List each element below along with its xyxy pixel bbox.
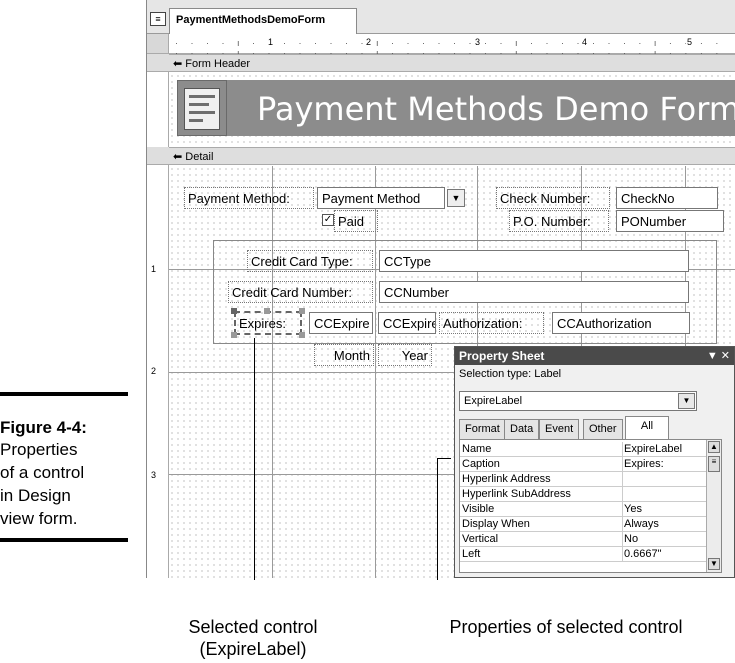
property-row[interactable]: Name ExpireLabel <box>460 442 708 457</box>
authorization-box[interactable]: CCAuthorization <box>552 312 690 334</box>
figure-caption: Figure 4-4: Properties of a control in D… <box>0 392 128 542</box>
property-row[interactable]: Visible Yes <box>460 502 708 517</box>
tab-format[interactable]: Format <box>459 419 506 439</box>
chevron-down-icon[interactable]: ▼ <box>447 189 465 207</box>
resize-handle[interactable] <box>231 332 237 338</box>
property-row[interactable]: Caption Expires: <box>460 457 708 472</box>
property-row[interactable]: Hyperlink SubAddress <box>460 487 708 502</box>
cc-expire-month-box[interactable]: CCExpire <box>309 312 373 334</box>
property-grid: Name ExpireLabel Caption Expires: Hyperlin… <box>459 439 722 573</box>
vruler-number-1: 1 <box>151 264 157 274</box>
property-row[interactable]: Display When Always <box>460 517 708 532</box>
check-number-box[interactable]: CheckNo <box>616 187 718 209</box>
scroll-thumb[interactable]: ≡ <box>708 456 720 472</box>
callout-selected-control-name: (ExpireLabel) <box>199 639 307 659</box>
po-number-box[interactable]: PONumber <box>616 210 724 232</box>
form-selector[interactable] <box>147 34 169 54</box>
tab-data[interactable]: Data <box>504 419 540 439</box>
vertical-ruler[interactable]: 1 2 3 <box>147 54 169 578</box>
selection-type: Selection type: Label <box>459 368 562 380</box>
move-handle[interactable] <box>231 308 237 314</box>
ruler-number-3: 3 <box>474 37 482 47</box>
ruler-number-5: 5 <box>686 37 694 47</box>
ruler-number-2: 2 <box>365 37 373 47</box>
caption-rule-top <box>0 392 128 396</box>
form-header-label: Form Header <box>185 58 251 70</box>
scroll-down-icon[interactable]: ▼ <box>708 558 720 570</box>
paid-label[interactable]: Paid <box>334 210 378 232</box>
form-icon[interactable]: ≡ <box>150 12 166 26</box>
header-section-selector[interactable] <box>147 54 169 72</box>
payment-method-label[interactable]: Payment Method: <box>184 187 314 209</box>
property-scrollbar[interactable]: ▲ ≡ ▼ <box>706 440 721 572</box>
expire-label-selected[interactable]: Expires: <box>234 311 302 335</box>
property-sheet-title: Property Sheet <box>459 349 545 363</box>
cc-number-label[interactable]: Credit Card Number: <box>228 281 373 303</box>
year-label[interactable]: Year <box>378 344 432 366</box>
month-label[interactable]: Month <box>314 344 374 366</box>
scroll-up-icon[interactable]: ▲ <box>708 441 720 453</box>
property-sheet-titlebar[interactable]: Property Sheet ▼ ✕ <box>455 347 734 365</box>
property-sheet: Property Sheet ▼ ✕ Selection type: Label… <box>454 346 735 578</box>
paid-checkbox[interactable]: ✓ <box>322 214 334 226</box>
cc-expire-year-box[interactable]: CCExpire <box>378 312 436 334</box>
section-arrow-icon: ⬅ <box>173 58 186 70</box>
document-tab[interactable]: PaymentMethodsDemoForm <box>169 8 357 34</box>
ruler-number-4: 4 <box>581 37 589 47</box>
figure-number: Figure 4-4: <box>0 418 87 437</box>
form-header-bar[interactable]: ⬅ Form Header <box>169 54 735 72</box>
callout-line-selected <box>254 338 255 580</box>
caption-line-4: view form. <box>0 509 78 528</box>
close-icon[interactable]: ▼ ✕ <box>707 349 730 362</box>
vruler-number-3: 3 <box>151 470 157 480</box>
object-selector-value: ExpireLabel <box>464 395 523 407</box>
caption-line-1: Properties <box>0 440 78 459</box>
resize-handle[interactable] <box>264 308 270 314</box>
check-number-label[interactable]: Check Number: <box>496 187 610 209</box>
document-tab-bar: ≡ PaymentMethodsDemoForm <box>147 0 735 34</box>
form-logo[interactable] <box>177 80 227 136</box>
callout-properties: Properties of selected control <box>449 617 683 637</box>
cc-number-box[interactable]: CCNumber <box>379 281 689 303</box>
callout-bracket-top <box>437 458 451 459</box>
tab-all[interactable]: All <box>625 416 669 439</box>
vruler-number-2: 2 <box>151 366 157 376</box>
callout-selected-control: Selected control <box>188 617 318 637</box>
ruler-number-1: 1 <box>267 37 275 47</box>
section-arrow-icon: ⬅ <box>173 151 186 163</box>
authorization-label[interactable]: Authorization: <box>439 312 544 334</box>
cc-type-box[interactable]: CCType <box>379 250 689 272</box>
caption-rule-bottom <box>0 538 128 542</box>
callout-line-properties <box>437 458 438 580</box>
object-selector[interactable]: ExpireLabel ▼ <box>459 391 697 411</box>
tab-other[interactable]: Other <box>583 419 623 439</box>
caption-line-3: in Design <box>0 486 71 505</box>
chevron-down-icon[interactable]: ▼ <box>678 393 695 409</box>
detail-label: Detail <box>185 151 214 163</box>
property-row[interactable]: Vertical No <box>460 532 708 547</box>
resize-handle[interactable] <box>299 308 305 314</box>
tab-event[interactable]: Event <box>539 419 580 439</box>
po-number-label[interactable]: P.O. Number: <box>509 210 609 232</box>
form-title[interactable]: Payment Methods Demo Form <box>227 80 735 136</box>
detail-section-selector[interactable] <box>147 147 169 165</box>
cc-type-label[interactable]: Credit Card Type: <box>247 250 373 272</box>
horizontal-ruler[interactable]: · · · · ı · · · · · · · · ı · · · · · · … <box>169 34 735 68</box>
form-document-icon <box>184 88 220 130</box>
property-row[interactable]: Left 0.6667" <box>460 547 708 562</box>
payment-method-combo[interactable]: Payment Method <box>317 187 445 209</box>
property-row[interactable]: Hyperlink Address <box>460 472 708 487</box>
caption-line-2: of a control <box>0 463 85 482</box>
detail-section-bar[interactable]: ⬅ Detail <box>169 147 735 165</box>
resize-handle[interactable] <box>299 332 305 338</box>
